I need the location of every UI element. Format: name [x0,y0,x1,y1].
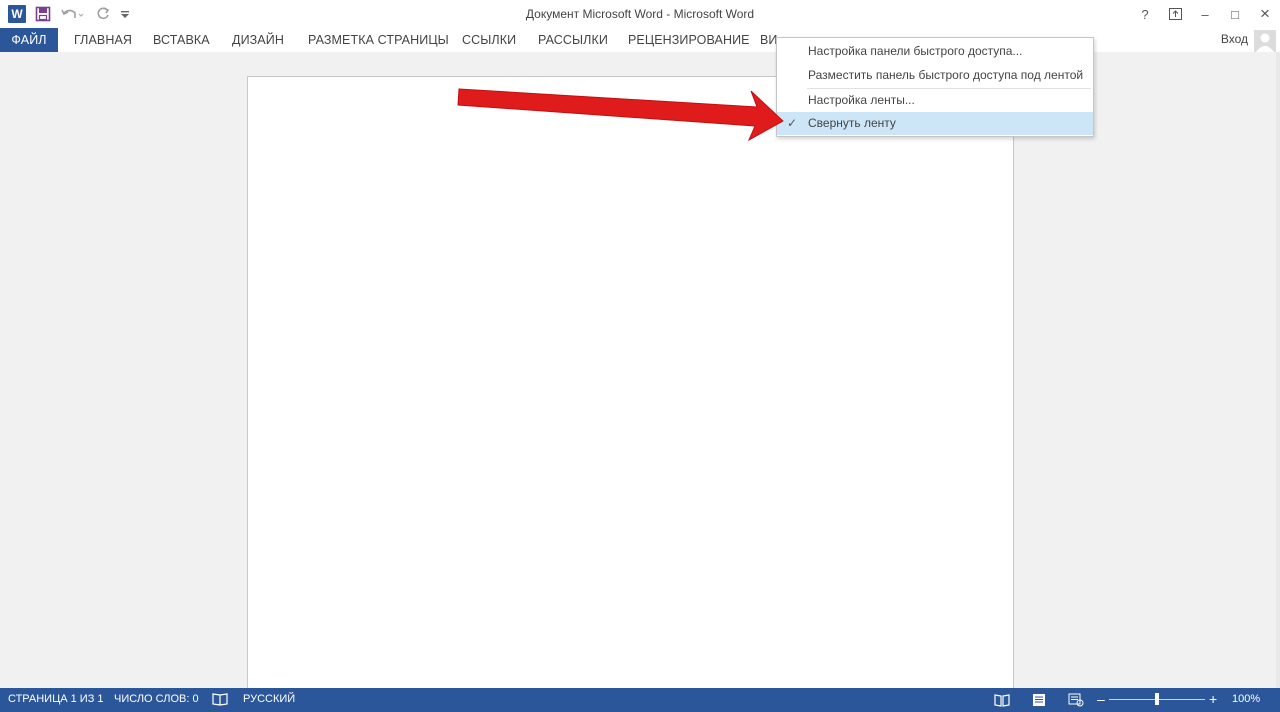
proofing-icon[interactable] [212,692,228,708]
menu-item-customize-ribbon[interactable]: Настройка ленты... [777,89,1093,112]
tab-insert[interactable]: ВСТАВКА [153,28,210,52]
vertical-scrollbar[interactable] [1276,52,1280,688]
menu-item-label: Настройка панели быстрого доступа... [808,44,1023,58]
web-layout-icon[interactable] [1068,692,1084,708]
menu-item-qat-below-ribbon[interactable]: Разместить панель быстрого доступа под л… [777,64,1093,87]
tab-design[interactable]: ДИЗАЙН [232,28,284,52]
zoom-in-button[interactable]: + [1209,691,1217,707]
zoom-level[interactable]: 100% [1232,693,1260,705]
tab-references[interactable]: ССЫЛКИ [462,28,516,52]
title-bar: W Документ Microsoft Word - Microsoft Wo… [0,0,1280,28]
tab-view[interactable]: ВИ [760,28,778,52]
close-button[interactable]: × [1250,0,1280,28]
ribbon-context-menu: Настройка панели быстрого доступа... Раз… [776,37,1094,137]
tab-home[interactable]: ГЛАВНАЯ [74,28,132,52]
word-count[interactable]: ЧИСЛО СЛОВ: 0 [114,693,199,705]
tab-mailings[interactable]: РАССЫЛКИ [538,28,608,52]
page-count[interactable]: СТРАНИЦА 1 ИЗ 1 [8,693,104,705]
window-controls: ? – □ × [1130,0,1280,28]
document-page[interactable] [247,76,1014,696]
menu-item-label: Настройка ленты... [808,93,915,107]
menu-item-label: Свернуть ленту [808,116,896,130]
ribbon-display-options-icon[interactable] [1160,0,1190,28]
maximize-button[interactable]: □ [1220,0,1250,28]
signin-link[interactable]: Вход [1221,32,1248,46]
menu-item-label: Разместить панель быстрого доступа под л… [808,68,1084,82]
zoom-slider-thumb[interactable] [1155,693,1159,705]
language-indicator[interactable]: РУССКИЙ [243,693,295,705]
tab-review[interactable]: РЕЦЕНЗИРОВАНИЕ [628,28,750,52]
menu-item-collapse-ribbon[interactable]: ✓ Свернуть ленту [777,112,1093,135]
document-area [0,52,1280,696]
minimize-button[interactable]: – [1190,0,1220,28]
window-title: Документ Microsoft Word - Microsoft Word [525,7,755,21]
print-layout-icon[interactable] [1031,692,1047,708]
zoom-out-button[interactable]: – [1097,691,1105,707]
checkmark-icon: ✓ [787,116,798,130]
menu-item-customize-qat[interactable]: Настройка панели быстрого доступа... [777,40,1093,63]
status-bar: СТРАНИЦА 1 ИЗ 1 ЧИСЛО СЛОВ: 0 РУССКИЙ – … [0,688,1280,712]
avatar[interactable] [1254,30,1276,52]
read-mode-icon[interactable] [994,692,1010,708]
help-button[interactable]: ? [1130,0,1160,28]
tab-page-layout[interactable]: РАЗМЕТКА СТРАНИЦЫ [308,28,449,52]
tab-file[interactable]: ФАЙЛ [0,28,58,52]
